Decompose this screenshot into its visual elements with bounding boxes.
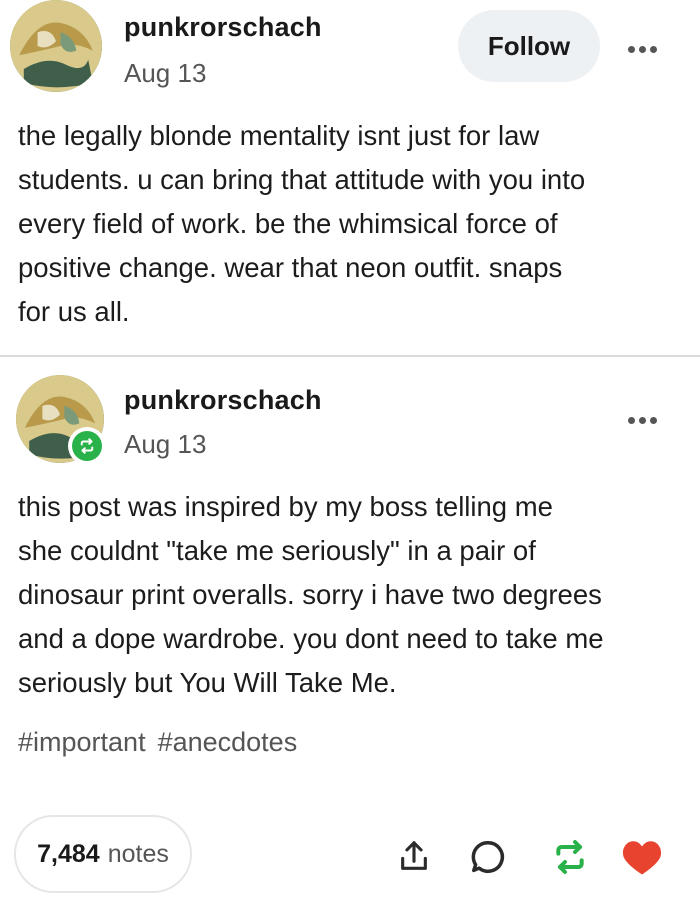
post-body: the legally blonde mentality isnt just f… [18,120,586,327]
notes-count: 7,484 [37,839,100,868]
notes-label: notes [107,839,169,868]
dot [627,45,635,53]
post-date[interactable]: Aug 13 [124,429,206,460]
dot [638,45,646,53]
notes-button[interactable]: 7,484 notes [14,815,192,893]
post-header: punkrorschach Aug 13 Follow [0,0,700,110]
dot [638,416,646,424]
reblog-badge-icon [72,431,102,461]
avatar[interactable] [10,0,102,92]
dot [627,416,635,424]
reply-icon[interactable] [466,835,510,879]
username[interactable]: punkrorschach [124,12,322,43]
more-icon[interactable] [620,34,664,64]
follow-button[interactable]: Follow [458,10,600,82]
reblog-badge [68,427,106,465]
username[interactable]: punkrorschach [124,385,322,416]
tag-important[interactable]: #important [18,727,146,758]
reblog-icon[interactable] [548,835,592,879]
tag-anecdotes[interactable]: #anecdotes [158,727,298,758]
post-date[interactable]: Aug 13 [124,58,206,89]
dot [649,416,657,424]
heart-icon[interactable] [620,835,664,879]
tag-list: #important #anecdotes [18,727,297,758]
post-header: punkrorschach Aug 13 [0,357,700,467]
dot [649,45,657,53]
post-body: this post was inspired by my boss tellin… [18,491,604,698]
more-icon[interactable] [620,405,664,435]
reblog-post: punkrorschach Aug 13 this post was inspi… [0,357,700,898]
original-post: punkrorschach Aug 13 Follow the legally … [0,0,700,355]
share-icon[interactable] [392,835,436,879]
